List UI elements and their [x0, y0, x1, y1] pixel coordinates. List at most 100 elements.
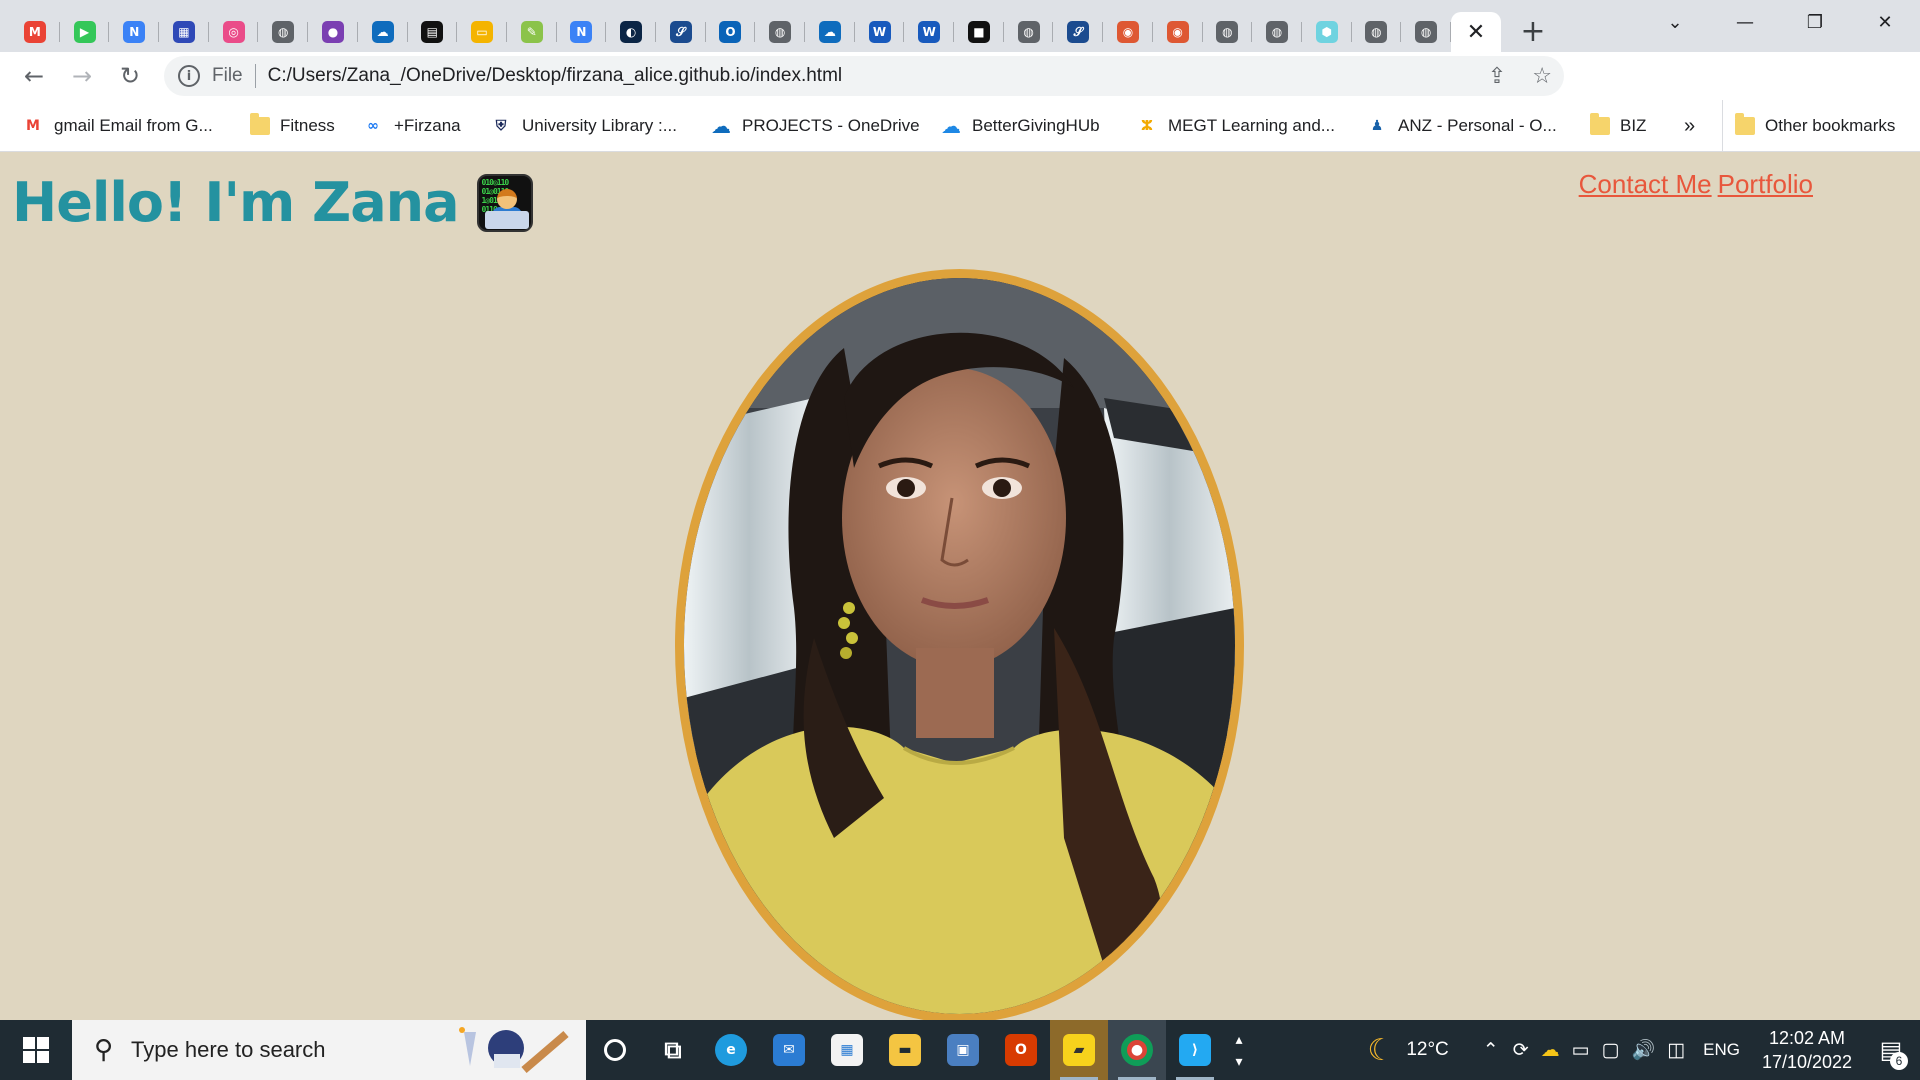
browser-tab[interactable]: ◉ — [1153, 12, 1203, 52]
bookmark-star-icon[interactable]: ☆ — [1532, 64, 1552, 89]
bookmark-firzana[interactable]: ∞ +Firzana — [362, 100, 460, 152]
taskbar-remote-desktop[interactable]: ▣ — [934, 1020, 992, 1080]
volume-icon[interactable]: 🔊 — [1632, 1038, 1656, 1062]
battery-icon[interactable]: ▭ — [1572, 1039, 1590, 1062]
clock[interactable]: 12:02 AM 17/10/2022 — [1752, 1026, 1862, 1074]
browser-tab[interactable]: ● — [308, 12, 358, 52]
taskbar-vscode[interactable]: ⟩ — [1166, 1020, 1224, 1080]
taskbar-mail[interactable]: ✉ — [760, 1020, 818, 1080]
close-window-button[interactable]: ✕ — [1850, 0, 1920, 44]
bookmark-biz[interactable]: BIZ — [1590, 100, 1646, 152]
folder-icon — [1735, 113, 1755, 135]
browser-tab[interactable]: W — [855, 12, 905, 52]
reload-button[interactable]: ↻ — [110, 56, 150, 96]
clock-date: 17/10/2022 — [1761, 1052, 1853, 1072]
bookmark-anz[interactable]: ♟ ANZ - Personal - O... — [1366, 100, 1557, 152]
script-icon: 𝒮 — [1067, 21, 1090, 43]
forward-button[interactable]: → — [62, 56, 102, 96]
browser-tab[interactable]: ⬢ — [1302, 12, 1352, 52]
address-bar[interactable]: i File C:/Users/Zana_/OneDrive/Desktop/f… — [164, 56, 1564, 96]
browser-tab[interactable]: ◍ — [755, 12, 805, 52]
search-icon: ⚲ — [94, 1035, 114, 1065]
browser-tab[interactable]: ◐ — [606, 12, 656, 52]
top-nav: Contact Me Portfolio — [1579, 169, 1813, 200]
browser-tab[interactable]: 𝒮 — [1053, 12, 1103, 52]
browser-tab[interactable]: M — [10, 12, 60, 52]
browser-tab[interactable]: O — [706, 12, 756, 52]
restore-button[interactable]: ❐ — [1780, 0, 1850, 44]
browser-tab[interactable]: ☁ — [358, 12, 408, 52]
start-button[interactable] — [0, 1020, 72, 1080]
taskbar-sticky-notes[interactable]: ▰ — [1050, 1020, 1108, 1080]
close-tab-icon[interactable]: ✕ — [1467, 20, 1485, 45]
bookmark-fitness[interactable]: Fitness — [250, 100, 335, 152]
taskbar-office[interactable]: O — [992, 1020, 1050, 1080]
browser-tab[interactable]: ◍ — [1401, 12, 1451, 52]
onedrive-icon: ☁ — [818, 21, 841, 43]
heading-text: Hello! I'm Zana — [12, 171, 460, 234]
minimize-button[interactable]: — — [1710, 0, 1780, 44]
bookmark-projects-onedrive[interactable]: ☁ PROJECTS - OneDrive — [710, 100, 920, 152]
browser-tab[interactable]: N — [109, 12, 159, 52]
bookmark-megt[interactable]: ⵣ MEGT Learning and... — [1136, 100, 1335, 152]
task-view-button[interactable]: ⧉ — [644, 1020, 702, 1080]
browser-tab[interactable]: ◍ — [1203, 12, 1253, 52]
taskbar-edge[interactable]: e — [702, 1020, 760, 1080]
browser-tab[interactable]: ▭ — [457, 12, 507, 52]
browser-tab[interactable]: ◍ — [1252, 12, 1302, 52]
sync-icon[interactable]: ⟳ — [1513, 1039, 1529, 1062]
show-hidden-icons-button[interactable]: ⌃ — [1483, 1039, 1499, 1062]
cortana-button[interactable] — [586, 1020, 644, 1080]
language-indicator[interactable]: ENG — [1703, 1040, 1740, 1060]
bookmark-label: PROJECTS - OneDrive — [742, 116, 920, 135]
browser-tab[interactable]: N — [557, 12, 607, 52]
browser-tab[interactable]: ◍ — [258, 12, 308, 52]
browser-tab[interactable]: ◍ — [1352, 12, 1402, 52]
taskbar-file-explorer[interactable]: ▬ — [876, 1020, 934, 1080]
browser-tab[interactable]: ▦ — [159, 12, 209, 52]
share-icon[interactable]: ⇪ — [1488, 64, 1506, 89]
bookmark-bettergivinghub[interactable]: ☁ BetterGivingHUb — [940, 100, 1100, 152]
browser-tab[interactable]: 𝒮 — [656, 12, 706, 52]
bookmarks-overflow-button[interactable]: » — [1684, 100, 1695, 152]
active-tab[interactable]: ✕ — [1450, 12, 1501, 52]
search-placeholder: Type here to search — [131, 1037, 326, 1062]
browser-tab[interactable]: ▤ — [408, 12, 458, 52]
browser-tab[interactable]: ◎ — [209, 12, 259, 52]
other-bookmarks[interactable]: Other bookmarks — [1722, 100, 1895, 152]
weather-temp[interactable]: 12°C — [1406, 1039, 1448, 1061]
network-icon[interactable]: ▢ — [1602, 1039, 1620, 1062]
browser-tab[interactable]: ■ — [954, 12, 1004, 52]
onedrive-warning-icon[interactable]: ☁ — [1541, 1039, 1560, 1062]
taskbar-store[interactable]: ▦ — [818, 1020, 876, 1080]
browser-tab[interactable]: ☁ — [805, 12, 855, 52]
taskbar-chrome[interactable]: ● — [1108, 1020, 1166, 1080]
bookmark-university-library[interactable]: ⛨ University Library :... — [490, 100, 677, 152]
portfolio-link[interactable]: Portfolio — [1718, 169, 1813, 200]
tab-search-button[interactable]: ⌄ — [1640, 0, 1710, 44]
grid-icon: ▤ — [421, 21, 444, 43]
browser-tab[interactable]: ✎ — [507, 12, 557, 52]
browser-tab[interactable]: ◍ — [1004, 12, 1054, 52]
browser-tab[interactable]: W — [904, 12, 954, 52]
technologist-emoji-icon: 010◎110 01◎0110 1◎01 0110 — [476, 173, 533, 232]
browser-tab[interactable]: ▶ — [60, 12, 110, 52]
webcam-icon[interactable]: ◫ — [1667, 1039, 1685, 1062]
info-icon[interactable]: i — [178, 65, 200, 87]
back-button[interactable]: ← — [14, 56, 54, 96]
browser-tab[interactable]: ◉ — [1103, 12, 1153, 52]
url-text[interactable]: C:/Users/Zana_/OneDrive/Desktop/firzana_… — [268, 65, 843, 87]
notifications-button[interactable]: ▤ 6 — [1862, 1020, 1920, 1080]
web-page: Hello! I'm Zana 010◎110 01◎0110 1◎01 0110 C… — [0, 153, 1920, 1020]
taskbar-scroll[interactable]: ▴ ▾ — [1224, 1020, 1254, 1080]
chart-icon: ▦ — [172, 21, 195, 43]
new-tab-button[interactable]: + — [1513, 11, 1553, 51]
bookmark-gmail[interactable]: M gmail Email from G... — [22, 100, 213, 152]
bookmark-label: University Library :... — [522, 116, 677, 135]
scheme-label: File — [212, 65, 243, 86]
cortana-icon — [604, 1039, 626, 1061]
contact-me-link[interactable]: Contact Me — [1579, 169, 1712, 200]
globe-icon: ◍ — [769, 21, 792, 43]
taskbar-search[interactable]: ⚲ Type here to search — [72, 1020, 586, 1080]
weather-moon-icon[interactable]: ☾ — [1367, 1033, 1394, 1068]
